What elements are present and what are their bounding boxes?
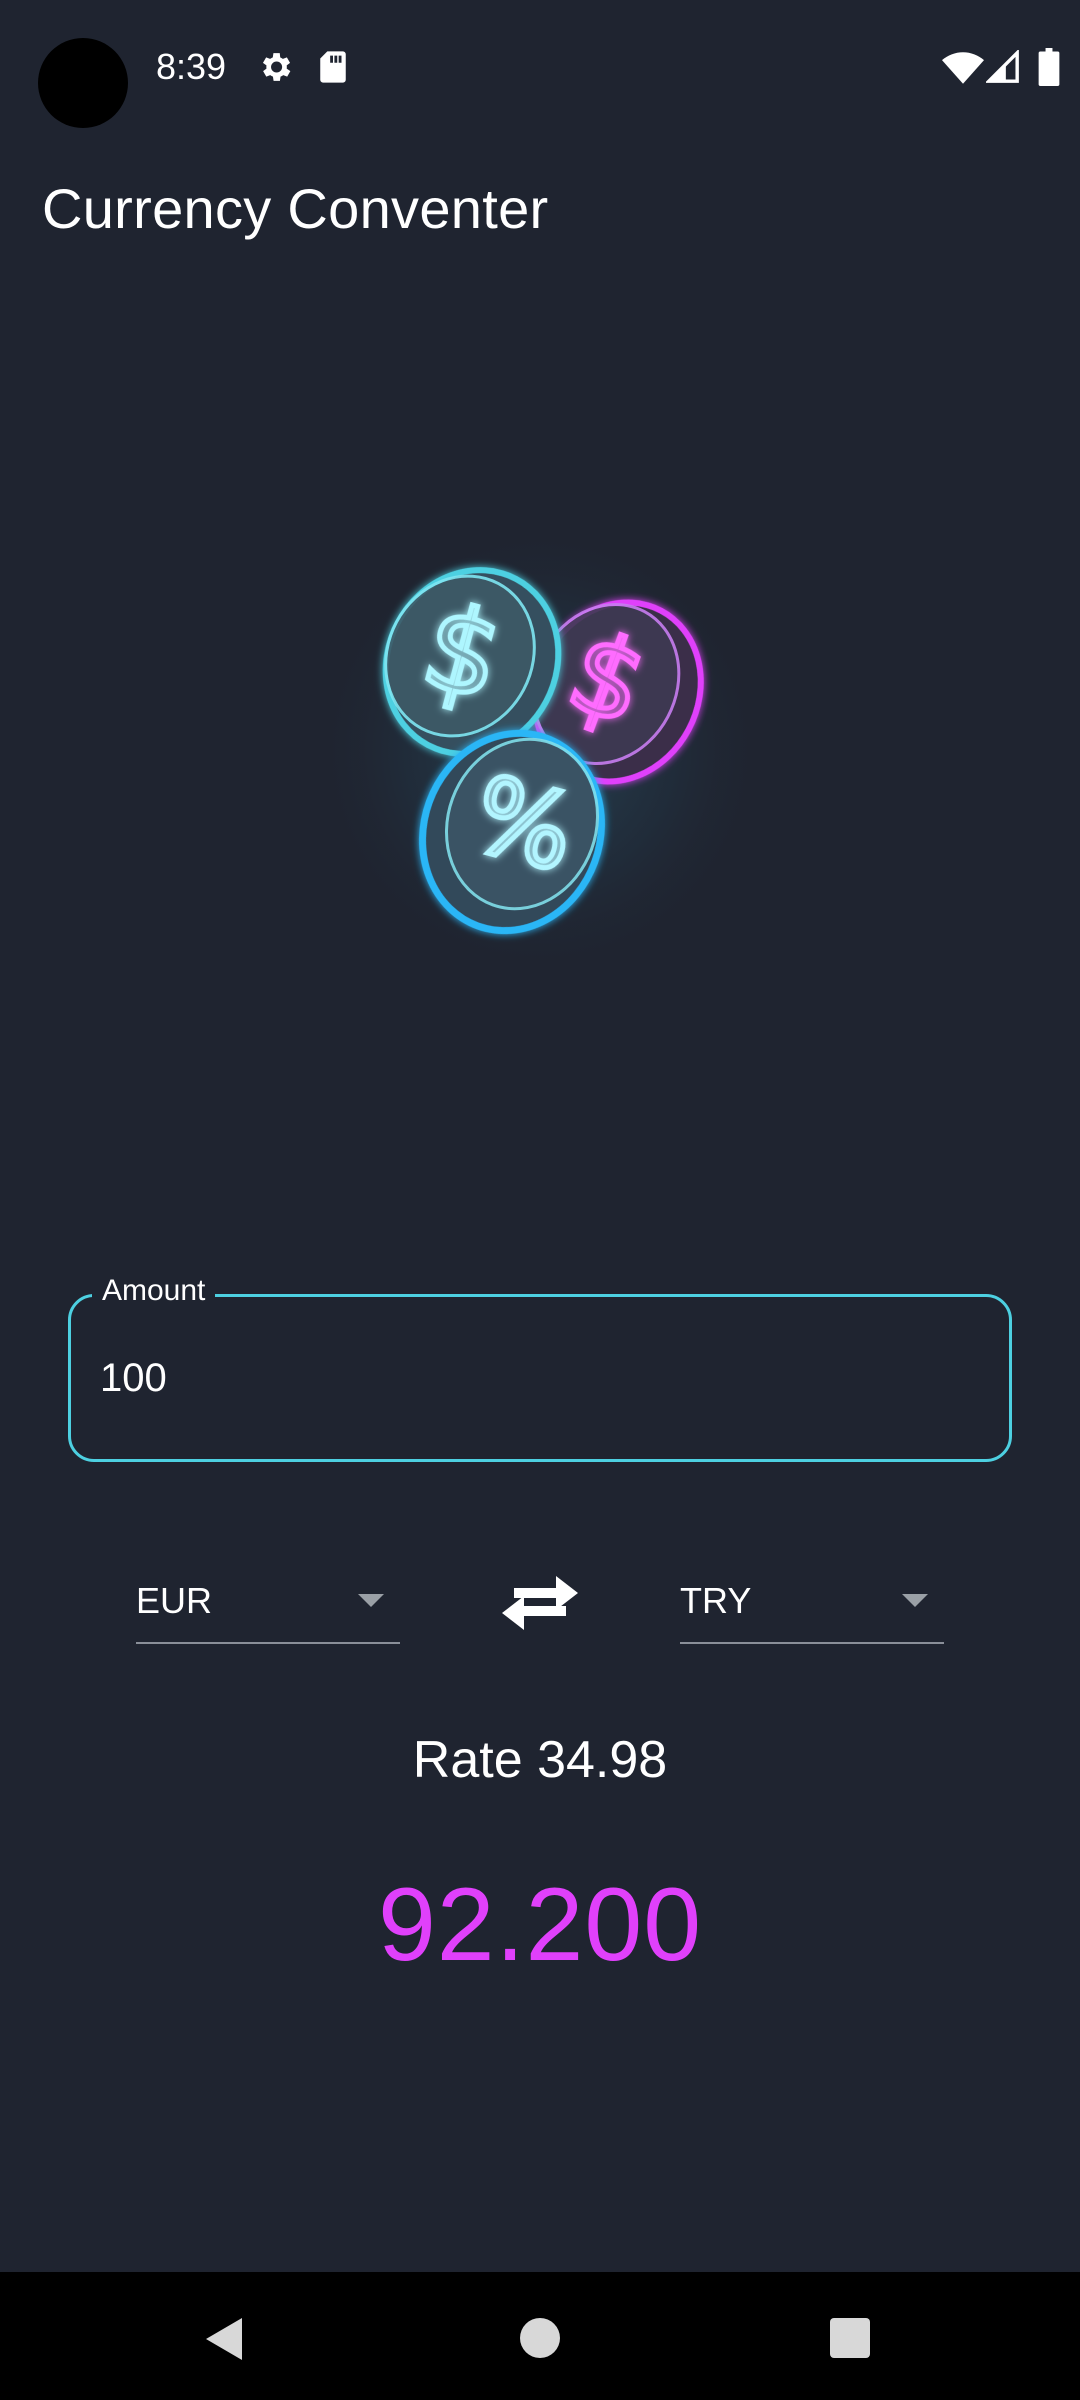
from-currency-dropdown[interactable]: EUR xyxy=(136,1566,400,1644)
sd-card-icon xyxy=(320,51,346,83)
chevron-down-icon xyxy=(358,1594,384,1607)
swap-currencies-button[interactable] xyxy=(496,1566,584,1638)
camera-cutout xyxy=(38,38,128,128)
app-title: Currency Conventer xyxy=(42,177,549,240)
amount-input[interactable] xyxy=(100,1350,980,1406)
home-icon[interactable] xyxy=(520,2318,560,2358)
to-currency-dropdown[interactable]: TRY xyxy=(680,1566,944,1644)
swap-arrows-icon xyxy=(502,1576,578,1630)
app-screen: 8:39 Currency Conventer $ $ % Amount 100… xyxy=(0,0,1080,2400)
to-currency-value: TRY xyxy=(680,1580,752,1621)
recents-icon[interactable] xyxy=(830,2318,870,2358)
conversion-result: 92.200 xyxy=(377,1867,703,1983)
gear-icon xyxy=(262,53,291,81)
chevron-down-icon xyxy=(902,1594,928,1607)
system-nav-bar xyxy=(0,2272,1080,2400)
exchange-rate-text: Rate 34.98 xyxy=(412,1731,668,1789)
signal-icon xyxy=(986,50,1019,83)
battery-icon xyxy=(1038,48,1060,86)
status-time: 8:39 xyxy=(156,46,227,87)
status-bar: 8:39 xyxy=(0,0,1080,130)
amount-label: Amount xyxy=(92,1274,216,1308)
neon-coins-icon: $ $ % xyxy=(310,520,770,980)
wifi-icon xyxy=(942,52,984,84)
from-currency-value: EUR xyxy=(136,1580,213,1621)
back-icon[interactable] xyxy=(204,2316,244,2362)
